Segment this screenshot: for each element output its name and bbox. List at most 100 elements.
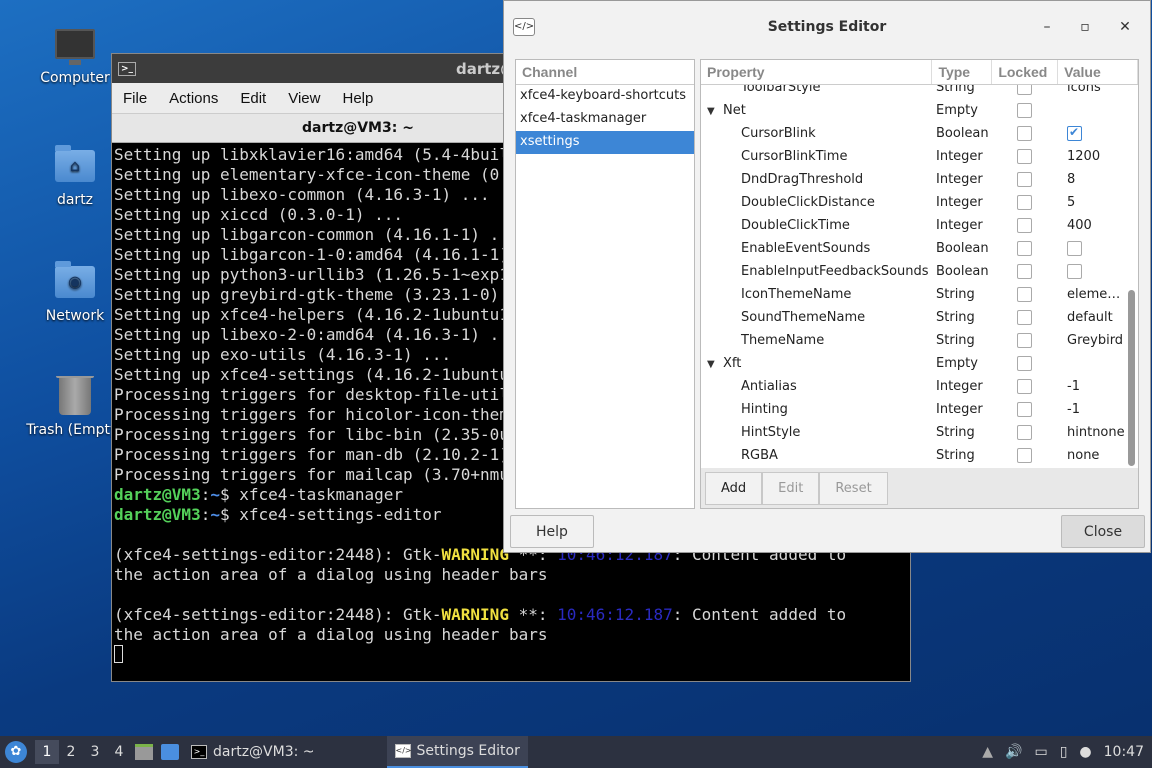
edit-button[interactable]: Edit bbox=[762, 472, 820, 505]
channel-item[interactable]: xfce4-keyboard-shortcuts bbox=[516, 85, 694, 108]
property-row[interactable]: SoundThemeName String default bbox=[701, 306, 1125, 329]
property-row[interactable]: EnableEventSounds Boolean bbox=[701, 237, 1125, 260]
add-button[interactable]: Add bbox=[705, 472, 763, 505]
clock[interactable]: 10:47 bbox=[1104, 744, 1144, 760]
property-value[interactable]: eleme… bbox=[1059, 287, 1125, 302]
property-value[interactable]: 400 bbox=[1059, 218, 1125, 233]
locked-checkbox[interactable] bbox=[1017, 425, 1032, 440]
workspace-button[interactable]: 2 bbox=[59, 744, 83, 760]
locked-checkbox[interactable] bbox=[1017, 402, 1032, 417]
property-value[interactable]: -1 bbox=[1059, 402, 1125, 417]
menu-actions[interactable]: Actions bbox=[158, 90, 229, 107]
property-value[interactable] bbox=[1059, 264, 1125, 279]
locked-checkbox[interactable] bbox=[1017, 241, 1032, 256]
reset-button[interactable]: Reset bbox=[819, 472, 888, 505]
close-button[interactable]: Close bbox=[1061, 515, 1145, 548]
expander-icon[interactable]: ▼ bbox=[707, 359, 723, 370]
workspace-button[interactable]: 3 bbox=[83, 744, 107, 760]
property-row[interactable]: ThemeName String Greybird bbox=[701, 329, 1125, 352]
property-value[interactable]: 1200 bbox=[1059, 149, 1125, 164]
locked-checkbox[interactable] bbox=[1017, 356, 1032, 371]
locked-checkbox[interactable] bbox=[1017, 149, 1032, 164]
property-value[interactable]: default bbox=[1059, 310, 1125, 325]
property-row[interactable]: DoubleClickTime Integer 400 bbox=[701, 214, 1125, 237]
column-header-value[interactable]: Value bbox=[1058, 60, 1138, 84]
computer-icon bbox=[53, 24, 97, 65]
column-header-property[interactable]: Property bbox=[701, 60, 933, 84]
property-locked bbox=[993, 402, 1059, 417]
value-checkbox[interactable] bbox=[1067, 126, 1082, 141]
workspace-button[interactable]: 4 bbox=[107, 744, 131, 760]
locked-checkbox[interactable] bbox=[1017, 218, 1032, 233]
volume-icon[interactable]: 🔊 bbox=[1005, 744, 1022, 760]
locked-checkbox[interactable] bbox=[1017, 310, 1032, 325]
property-row[interactable]: CursorBlinkTime Integer 1200 bbox=[701, 145, 1125, 168]
property-value[interactable] bbox=[1059, 241, 1125, 256]
file-manager-launcher-icon[interactable] bbox=[135, 744, 153, 760]
clipboard-icon[interactable]: ▯ bbox=[1060, 744, 1068, 760]
property-row[interactable]: ▼ Xft Empty bbox=[701, 352, 1125, 375]
locked-checkbox[interactable] bbox=[1017, 333, 1032, 348]
minimize-icon[interactable]: – bbox=[1037, 17, 1057, 37]
menu-help[interactable]: Help bbox=[331, 90, 384, 107]
property-value[interactable]: hintnone bbox=[1059, 425, 1125, 440]
locked-checkbox[interactable] bbox=[1017, 379, 1032, 394]
property-row[interactable]: DoubleClickDistance Integer 5 bbox=[701, 191, 1125, 214]
property-row[interactable]: CursorBlink Boolean bbox=[701, 122, 1125, 145]
property-row[interactable]: HintStyle String hintnone bbox=[701, 421, 1125, 444]
locked-checkbox[interactable] bbox=[1017, 195, 1032, 210]
property-value[interactable]: Greybird bbox=[1059, 333, 1125, 348]
property-locked bbox=[993, 195, 1059, 210]
menu-file[interactable]: File bbox=[112, 90, 158, 107]
desktop-icon-computer[interactable]: Computer bbox=[29, 24, 121, 86]
property-value[interactable]: 8 bbox=[1059, 172, 1125, 187]
task-terminal[interactable]: >_ dartz@VM3: ~ bbox=[183, 736, 323, 768]
property-row[interactable]: ▼ Net Empty bbox=[701, 99, 1125, 122]
channel-header[interactable]: Channel bbox=[516, 60, 694, 85]
locked-checkbox[interactable] bbox=[1017, 126, 1032, 141]
menu-view[interactable]: View bbox=[277, 90, 331, 107]
property-name: SoundThemeName bbox=[701, 310, 933, 325]
dialog-titlebar[interactable]: </> Settings Editor – ▫ ✕ bbox=[504, 1, 1150, 53]
updates-icon[interactable]: ▲ bbox=[982, 744, 993, 760]
value-checkbox[interactable] bbox=[1067, 264, 1082, 279]
task-settings-editor[interactable]: </> Settings Editor bbox=[386, 736, 528, 768]
expander-icon[interactable]: ▼ bbox=[707, 106, 723, 117]
locked-checkbox[interactable] bbox=[1017, 287, 1032, 302]
property-row[interactable]: Antialias Integer -1 bbox=[701, 375, 1125, 398]
help-button[interactable]: Help bbox=[510, 515, 594, 548]
property-value[interactable]: -1 bbox=[1059, 379, 1125, 394]
property-row[interactable]: EnableInputFeedbackSounds Boolean bbox=[701, 260, 1125, 283]
property-row[interactable]: IconThemeName String eleme… bbox=[701, 283, 1125, 306]
vertical-scrollbar[interactable] bbox=[1127, 88, 1136, 466]
column-header-locked[interactable]: Locked bbox=[992, 60, 1059, 84]
desktop-icon-home[interactable]: ⌂ dartz bbox=[29, 145, 121, 208]
show-desktop-icon[interactable] bbox=[161, 744, 179, 760]
property-row[interactable]: Hinting Integer -1 bbox=[701, 398, 1125, 421]
property-row[interactable]: RGBA String none bbox=[701, 444, 1125, 467]
menu-edit[interactable]: Edit bbox=[229, 90, 277, 107]
workspace-button[interactable]: 1 bbox=[35, 740, 59, 764]
property-value[interactable] bbox=[1059, 126, 1125, 141]
start-menu-icon[interactable]: ✿ bbox=[5, 741, 27, 763]
property-value[interactable]: 5 bbox=[1059, 195, 1125, 210]
locked-checkbox[interactable] bbox=[1017, 264, 1032, 279]
property-row[interactable]: DndDragThreshold Integer 8 bbox=[701, 168, 1125, 191]
locked-checkbox[interactable] bbox=[1017, 172, 1032, 187]
locked-checkbox[interactable] bbox=[1017, 103, 1032, 118]
channel-item-selected[interactable]: xsettings bbox=[516, 131, 694, 154]
notification-icon[interactable]: ● bbox=[1079, 744, 1091, 760]
network-icon[interactable]: ▭ bbox=[1034, 744, 1047, 760]
column-header-type[interactable]: Type bbox=[932, 60, 993, 84]
task-label: Settings Editor bbox=[416, 743, 520, 759]
close-icon[interactable]: ✕ bbox=[1115, 17, 1135, 37]
channel-item[interactable]: xfce4-taskmanager bbox=[516, 108, 694, 131]
locked-checkbox[interactable] bbox=[1017, 448, 1032, 463]
settings-editor-window[interactable]: </> Settings Editor – ▫ ✕ Channel xfce4-… bbox=[503, 0, 1151, 553]
desktop-icon-network[interactable]: ◉ Network bbox=[29, 261, 121, 324]
property-value[interactable]: none bbox=[1059, 448, 1125, 463]
maximize-icon[interactable]: ▫ bbox=[1075, 17, 1095, 37]
value-checkbox[interactable] bbox=[1067, 241, 1082, 256]
property-type: Integer bbox=[936, 218, 983, 233]
scrollbar-thumb[interactable] bbox=[1128, 290, 1135, 466]
